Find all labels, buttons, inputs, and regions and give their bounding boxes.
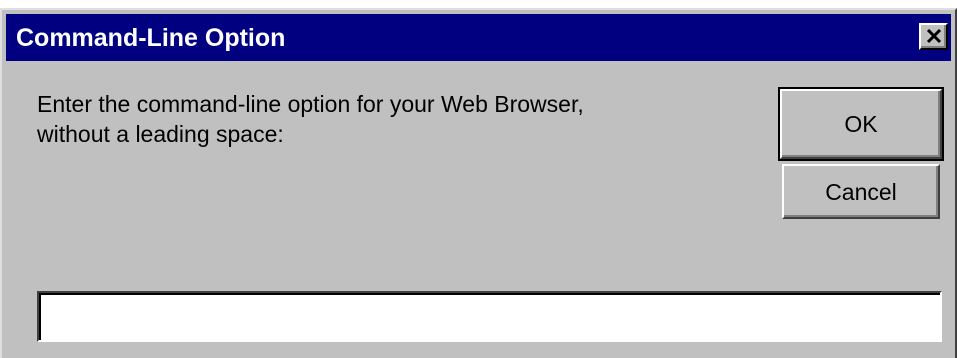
ok-button[interactable]: OK [778,87,944,161]
command-line-option-dialog: Command-Line Option Enter the command-li… [0,8,957,358]
command-line-option-input[interactable] [37,291,942,342]
instruction-line-1: Enter the command-line option for your W… [37,91,584,117]
window-title: Command-Line Option [16,24,286,52]
close-button[interactable] [919,23,948,50]
instruction-text: Enter the command-line option for your W… [37,89,737,149]
title-bar[interactable]: Command-Line Option [6,14,951,61]
cancel-button[interactable]: Cancel [782,164,940,219]
close-icon [926,29,942,44]
instruction-line-2: without a leading space: [37,121,284,147]
